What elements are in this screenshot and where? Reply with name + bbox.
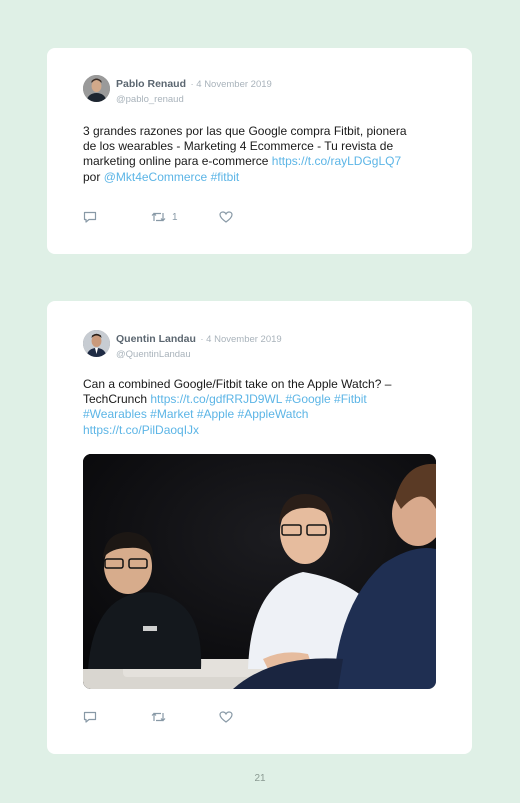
reply-icon bbox=[83, 211, 97, 223]
like-button[interactable] bbox=[219, 710, 233, 724]
tweet-hashtags[interactable]: #Google #Fitbit bbox=[285, 392, 366, 406]
like-icon bbox=[219, 211, 233, 223]
reply-icon bbox=[83, 711, 97, 723]
tweet-actions bbox=[83, 710, 233, 724]
retweet-icon bbox=[151, 212, 166, 222]
tweet-photo[interactable] bbox=[83, 454, 436, 689]
tweet-link[interactable]: https://t.co/PilDaoqIJx bbox=[83, 423, 199, 437]
tweet-date: · 4 November 2019 bbox=[200, 334, 282, 345]
tweet-link[interactable]: https://t.co/rayLDGgLQ7 bbox=[272, 154, 401, 168]
tweet-header: Quentin Landau · 4 November 2019 @Quenti… bbox=[83, 330, 282, 361]
retweet-count: 1 bbox=[172, 211, 178, 223]
avatar[interactable] bbox=[83, 75, 110, 102]
like-icon bbox=[219, 711, 233, 723]
author-name[interactable]: Quentin Landau bbox=[116, 333, 196, 345]
tweet-connector: por bbox=[83, 169, 101, 184]
retweet-button[interactable]: 1 bbox=[151, 210, 219, 224]
reply-button[interactable] bbox=[83, 210, 151, 224]
tweet-card: Quentin Landau · 4 November 2019 @Quenti… bbox=[47, 301, 472, 754]
tweet-hashtag[interactable]: #fitbit bbox=[211, 170, 240, 184]
author-name[interactable]: Pablo Renaud bbox=[116, 78, 186, 90]
retweet-icon bbox=[151, 712, 166, 722]
tweet-actions: 1 bbox=[83, 210, 233, 224]
tweet-link[interactable]: https://t.co/gdfRRJD9WL bbox=[150, 392, 282, 406]
avatar[interactable] bbox=[83, 330, 110, 357]
retweet-button[interactable] bbox=[151, 710, 219, 724]
tweet-text: 3 grandes razones por las que Google com… bbox=[83, 124, 413, 185]
tweet-text: Can a combined Google/Fitbit take on the… bbox=[83, 377, 413, 438]
tweet-date: · 4 November 2019 bbox=[190, 79, 272, 90]
tweet-hashtags[interactable]: #Wearables #Market #Apple #AppleWatch bbox=[83, 407, 308, 421]
tweet-mention[interactable]: @Mkt4eCommerce bbox=[104, 170, 208, 184]
author-handle[interactable]: @pablo_renaud bbox=[116, 94, 184, 105]
reply-button[interactable] bbox=[83, 710, 151, 724]
like-button[interactable] bbox=[219, 210, 233, 224]
tweet-card: Pablo Renaud · 4 November 2019 @pablo_re… bbox=[47, 48, 472, 254]
tweet-header: Pablo Renaud · 4 November 2019 @pablo_re… bbox=[83, 75, 272, 106]
page-number: 21 bbox=[254, 773, 266, 784]
author-handle[interactable]: @QuentinLandau bbox=[116, 349, 191, 360]
